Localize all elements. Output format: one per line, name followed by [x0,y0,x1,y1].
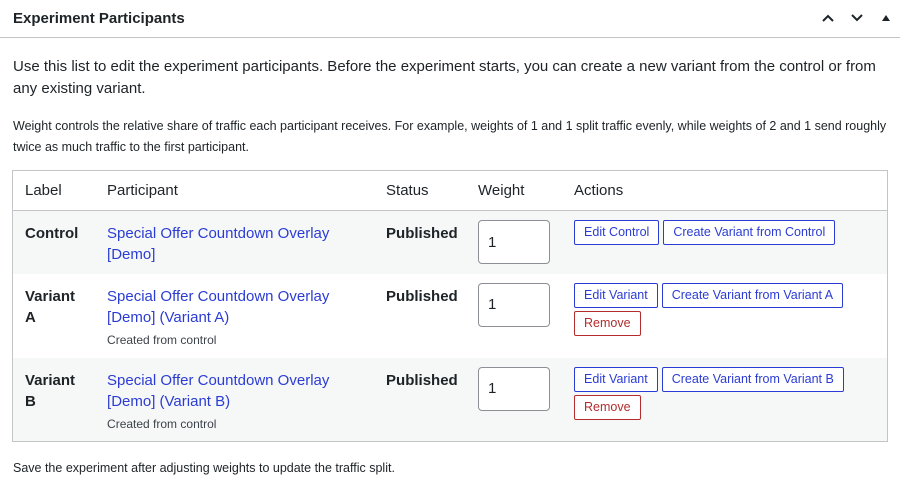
col-status-header: Status [374,170,467,211]
footer-note: Save the experiment after adjusting weig… [13,461,395,475]
participant-cell: Special Offer Countdown Overlay [Demo] [95,210,375,274]
participants-table: Label Participant Status Weight Actions … [12,170,888,442]
weight-input[interactable] [478,220,551,264]
weight-cell [466,273,563,358]
triangle-up-icon [882,15,890,21]
panel-title: Experiment Participants [13,10,185,27]
participant-cell: Special Offer Countdown Overlay [Demo] (… [95,273,375,358]
intro-text: Use this list to edit the experiment par… [13,58,876,97]
move-up-button[interactable] [817,6,839,30]
col-label-header: Label [12,170,96,211]
status-text: Published [374,273,467,358]
participant-cell: Special Offer Countdown Overlay [Demo] (… [95,357,375,442]
table-row: Variant A Special Offer Countdown Overla… [12,273,888,358]
weight-input[interactable] [478,282,551,327]
weight-input[interactable] [478,366,551,411]
origin-note: Created from control [107,332,217,347]
participant-link[interactable]: Special Offer Countdown Overlay [Demo] (… [107,370,374,412]
remove-button[interactable]: Remove [574,394,641,420]
weight-cell [466,210,563,274]
row-label: Variant B [12,357,96,442]
participant-link[interactable]: Special Offer Countdown Overlay [Demo] (… [107,286,374,328]
chevron-down-icon [851,14,863,22]
edit-control-button[interactable]: Edit Control [574,220,660,245]
col-actions-header: Actions [562,170,888,211]
actions-cell: Edit Control Create Variant from Control [562,210,888,274]
chevron-up-icon [822,14,834,22]
col-participant-header: Participant [95,170,375,211]
status-text: Published [374,210,467,274]
create-variant-button[interactable]: Create Variant from Variant A [661,282,844,308]
create-variant-button[interactable]: Create Variant from Variant B [661,366,844,392]
edit-variant-button[interactable]: Edit Variant [574,282,658,308]
create-variant-button[interactable]: Create Variant from Control [663,220,836,245]
actions-cell: Edit Variant Create Variant from Variant … [562,357,888,442]
actions-cell: Edit Variant Create Variant from Variant … [562,273,888,358]
table-row: Control Special Offer Countdown Overlay … [12,210,888,274]
row-label: Control [12,210,96,274]
row-label: Variant A [12,273,96,358]
panel-header: Experiment Participants [0,0,900,38]
col-weight-header: Weight [466,170,563,211]
participant-link[interactable]: Special Offer Countdown Overlay [Demo] [107,223,374,265]
edit-variant-button[interactable]: Edit Variant [574,366,658,392]
origin-note: Created from control [107,416,217,431]
table-header-row: Label Participant Status Weight Actions [12,170,888,211]
weight-cell [466,357,563,442]
table-row: Variant B Special Offer Countdown Overla… [12,357,888,442]
toggle-panel-button[interactable] [875,6,897,30]
status-text: Published [374,357,467,442]
weight-explanation: Weight controls the relative share of tr… [13,119,887,154]
move-down-button[interactable] [846,6,868,30]
remove-button[interactable]: Remove [574,310,641,336]
